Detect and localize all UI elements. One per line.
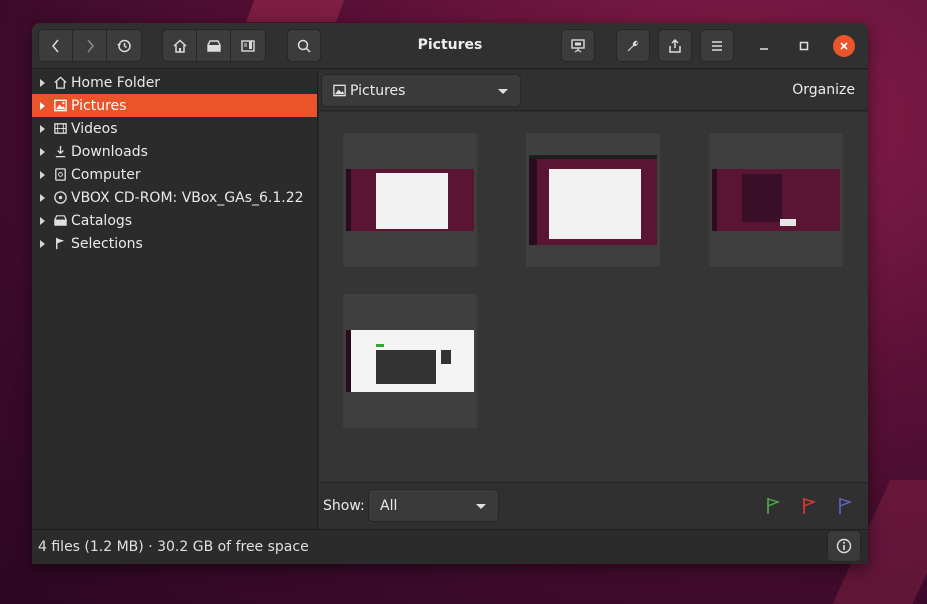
show-label: Show: [323,498,365,514]
file-manager-window: Pictures Home Folder Pictures Videos Dow… [32,23,868,564]
forward-button[interactable] [73,30,107,61]
sidebar-item-label: Downloads [71,143,148,160]
red-flag-icon[interactable] [801,497,817,515]
sidebar-item-label: Selections [71,235,143,252]
maximize-button[interactable] [793,35,815,57]
book-icon [241,39,255,52]
home-icon [52,75,68,91]
home-icon [172,38,187,53]
sidebar-item-selections[interactable]: Selections [32,232,317,255]
sidebar-item-catalogs[interactable]: Catalogs [32,209,317,232]
status-bar: 4 files (1.2 MB) · 30.2 GB of free space [32,529,868,564]
film-icon [52,121,68,137]
share-button[interactable] [658,29,692,62]
slideshow-button[interactable] [561,29,595,62]
image-thumbnail[interactable] [526,133,660,267]
sidebar-item-videos[interactable]: Videos [32,117,317,140]
main-area: Pictures Organize Show: All [319,70,868,529]
location-label: Pictures [350,82,406,99]
organize-button[interactable]: Organize [792,82,855,98]
sidebar-item-computer[interactable]: Computer [32,163,317,186]
thumbnail-grid [319,112,868,482]
sidebar-item-label: Computer [71,166,141,183]
expander-arrow-icon[interactable] [40,124,45,133]
history-button[interactable] [107,30,141,61]
catalog-icon [52,213,68,229]
sidebar-item-label: Videos [71,120,118,137]
sidebar: Home Folder Pictures Videos Downloads Co… [32,70,318,529]
main-menu-button[interactable] [700,29,734,62]
share-icon [669,38,681,53]
info-icon [836,538,852,554]
show-filter-value: All [380,497,398,514]
expander-arrow-icon[interactable] [40,170,45,179]
screenshot-preview [346,169,474,231]
header-bar: Pictures [32,23,868,69]
location-dropdown[interactable]: Pictures [321,74,521,107]
sidebar-item-label: VBOX CD-ROM: VBox_GAs_6.1.22 [71,189,304,206]
image-thumbnail[interactable] [709,133,843,267]
hamburger-icon [712,40,722,51]
expander-arrow-icon[interactable] [40,101,45,110]
expander-arrow-icon[interactable] [40,147,45,156]
chevron-left-icon [51,39,59,52]
sidebar-item-downloads[interactable]: Downloads [32,140,317,163]
back-button[interactable] [39,30,73,61]
nav-button-group [38,29,142,62]
flag-icon [52,236,68,252]
catalogs-button[interactable] [197,30,231,61]
screenshot-preview [712,169,840,231]
green-flag-icon[interactable] [765,497,781,515]
sidebar-item-label: Pictures [71,97,127,114]
image-thumbnail[interactable] [343,133,477,267]
close-button[interactable] [833,35,855,57]
wrench-icon [627,40,639,51]
expander-arrow-icon[interactable] [40,216,45,225]
filter-bar: Show: All [319,482,868,529]
image-icon [52,98,68,114]
chevron-down-icon [476,504,486,509]
sidebar-item-home-folder[interactable]: Home Folder [32,71,317,94]
maximize-icon [799,41,809,51]
properties-button[interactable] [827,530,861,562]
minimize-button[interactable] [753,35,775,57]
close-icon [840,42,848,50]
cdrom-icon [52,190,68,206]
image-thumbnail[interactable] [343,294,477,428]
blue-flag-icon[interactable] [837,497,853,515]
drawer-icon [206,39,221,52]
search-icon [297,39,311,53]
location-bar: Pictures Organize [319,70,868,111]
presentation-icon [571,38,585,53]
sidebar-item-pictures[interactable]: Pictures [32,94,317,117]
tools-button[interactable] [616,29,650,62]
sidebar-item-label: Home Folder [71,74,161,91]
download-icon [52,144,68,160]
chevron-down-icon [498,89,508,94]
bookmarks-button[interactable] [231,30,265,61]
expander-arrow-icon[interactable] [40,78,45,87]
show-filter-dropdown[interactable]: All [368,489,499,522]
minimize-icon [760,48,768,50]
expander-arrow-icon[interactable] [40,193,45,202]
window-title: Pictures [417,37,483,53]
sidebar-item-label: Catalogs [71,212,133,229]
history-icon [117,39,131,52]
chevron-right-icon [86,39,94,52]
home-button[interactable] [163,30,197,61]
drive-icon [52,167,68,183]
view-button-group [162,29,266,62]
screenshot-preview [529,155,657,245]
screenshot-preview [346,330,474,392]
status-text: 4 files (1.2 MB) · 30.2 GB of free space [38,539,309,555]
search-button[interactable] [287,29,321,62]
sidebar-item-vbox-cdrom[interactable]: VBOX CD-ROM: VBox_GAs_6.1.22 [32,186,317,209]
image-icon [333,84,346,97]
expander-arrow-icon[interactable] [40,239,45,248]
